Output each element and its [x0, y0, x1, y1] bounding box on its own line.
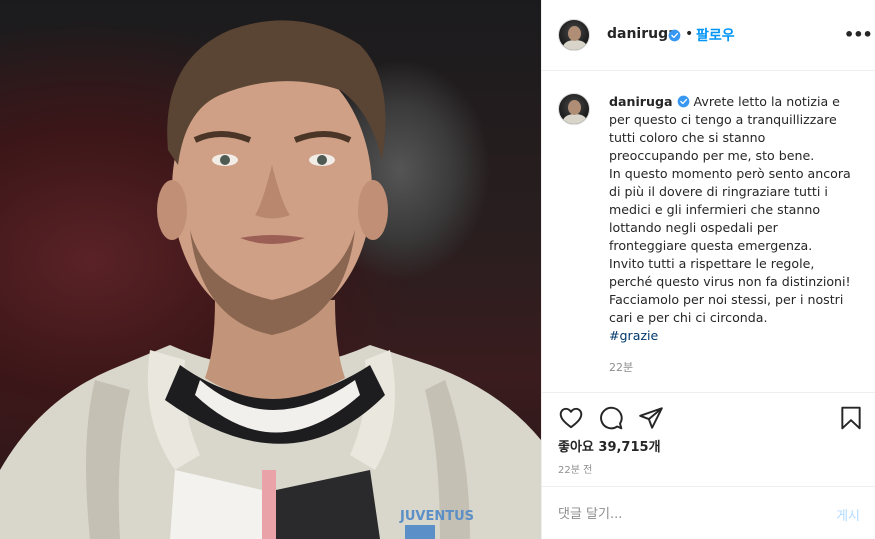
caption-line: medici e gli infermieri che stanno [609, 202, 821, 217]
post-comment-button[interactable]: 게시 [836, 505, 860, 524]
caption-avatar[interactable] [558, 93, 590, 125]
author-avatar[interactable] [558, 19, 590, 51]
caption-line: lottando negli ospedali per [609, 220, 778, 235]
hashtag-link[interactable]: #grazie [609, 327, 864, 345]
post-photo[interactable]: JUVENTUS [0, 0, 541, 539]
caption-username[interactable]: daniruga [609, 94, 673, 109]
post-header: daniruga • 팔로우 ••• [542, 0, 875, 71]
verified-badge-icon [668, 29, 681, 42]
comment-icon[interactable] [598, 405, 624, 431]
author-username[interactable]: daniruga [607, 26, 678, 42]
follow-button[interactable]: 팔로우 [696, 25, 735, 45]
bookmark-icon[interactable] [838, 405, 864, 431]
post-detail-panel: daniruga • 팔로우 ••• daniruga Avrete letto … [541, 0, 875, 539]
caption-line-1: daniruga Avrete letto la notizia e [609, 93, 864, 111]
caption-line: perché questo virus non fa distinzioni! [609, 274, 851, 289]
likes-count[interactable]: 좋아요 39,715개 [558, 436, 661, 455]
caption-line: tutti coloro che si stanno [609, 130, 766, 145]
caption-line: cari e per chi ci circonda. [609, 310, 768, 325]
caption-line: per questo ci tengo a tranquillizzare [609, 112, 837, 127]
caption-line: Invito tutti a rispettare le regole, [609, 256, 815, 271]
caption-line: Facciamolo per noi stessi, per i nostri [609, 292, 844, 307]
caption-section: daniruga Avrete letto la notizia e per qu… [542, 71, 875, 393]
caption-timestamp[interactable]: 22분 [609, 359, 633, 375]
heart-icon[interactable] [558, 405, 584, 431]
caption-line: di più il dovere di ringraziare tutti i [609, 184, 828, 199]
post-actions: 좋아요 39,715개 22분 전 [542, 393, 875, 487]
post-timestamp[interactable]: 22분 전 [558, 461, 592, 476]
comment-box: 게시 [542, 487, 875, 539]
caption-line: preoccupando per me, sto bene. [609, 148, 815, 163]
caption-text: daniruga Avrete letto la notizia e per qu… [609, 93, 864, 345]
caption-line: Avrete letto la notizia e [693, 94, 840, 109]
paper-plane-icon[interactable] [638, 405, 664, 431]
comment-input[interactable] [558, 503, 818, 525]
more-options-icon[interactable]: ••• [844, 25, 873, 44]
verified-badge-icon [677, 95, 689, 108]
caption-line: fronteggiare questa emergenza. [609, 238, 813, 253]
jersey-badge-text: JUVENTUS [399, 509, 474, 524]
caption-line: In questo momento però sento ancora [609, 166, 851, 181]
header-separator: • [685, 26, 694, 42]
player-portrait: JUVENTUS [0, 20, 541, 539]
